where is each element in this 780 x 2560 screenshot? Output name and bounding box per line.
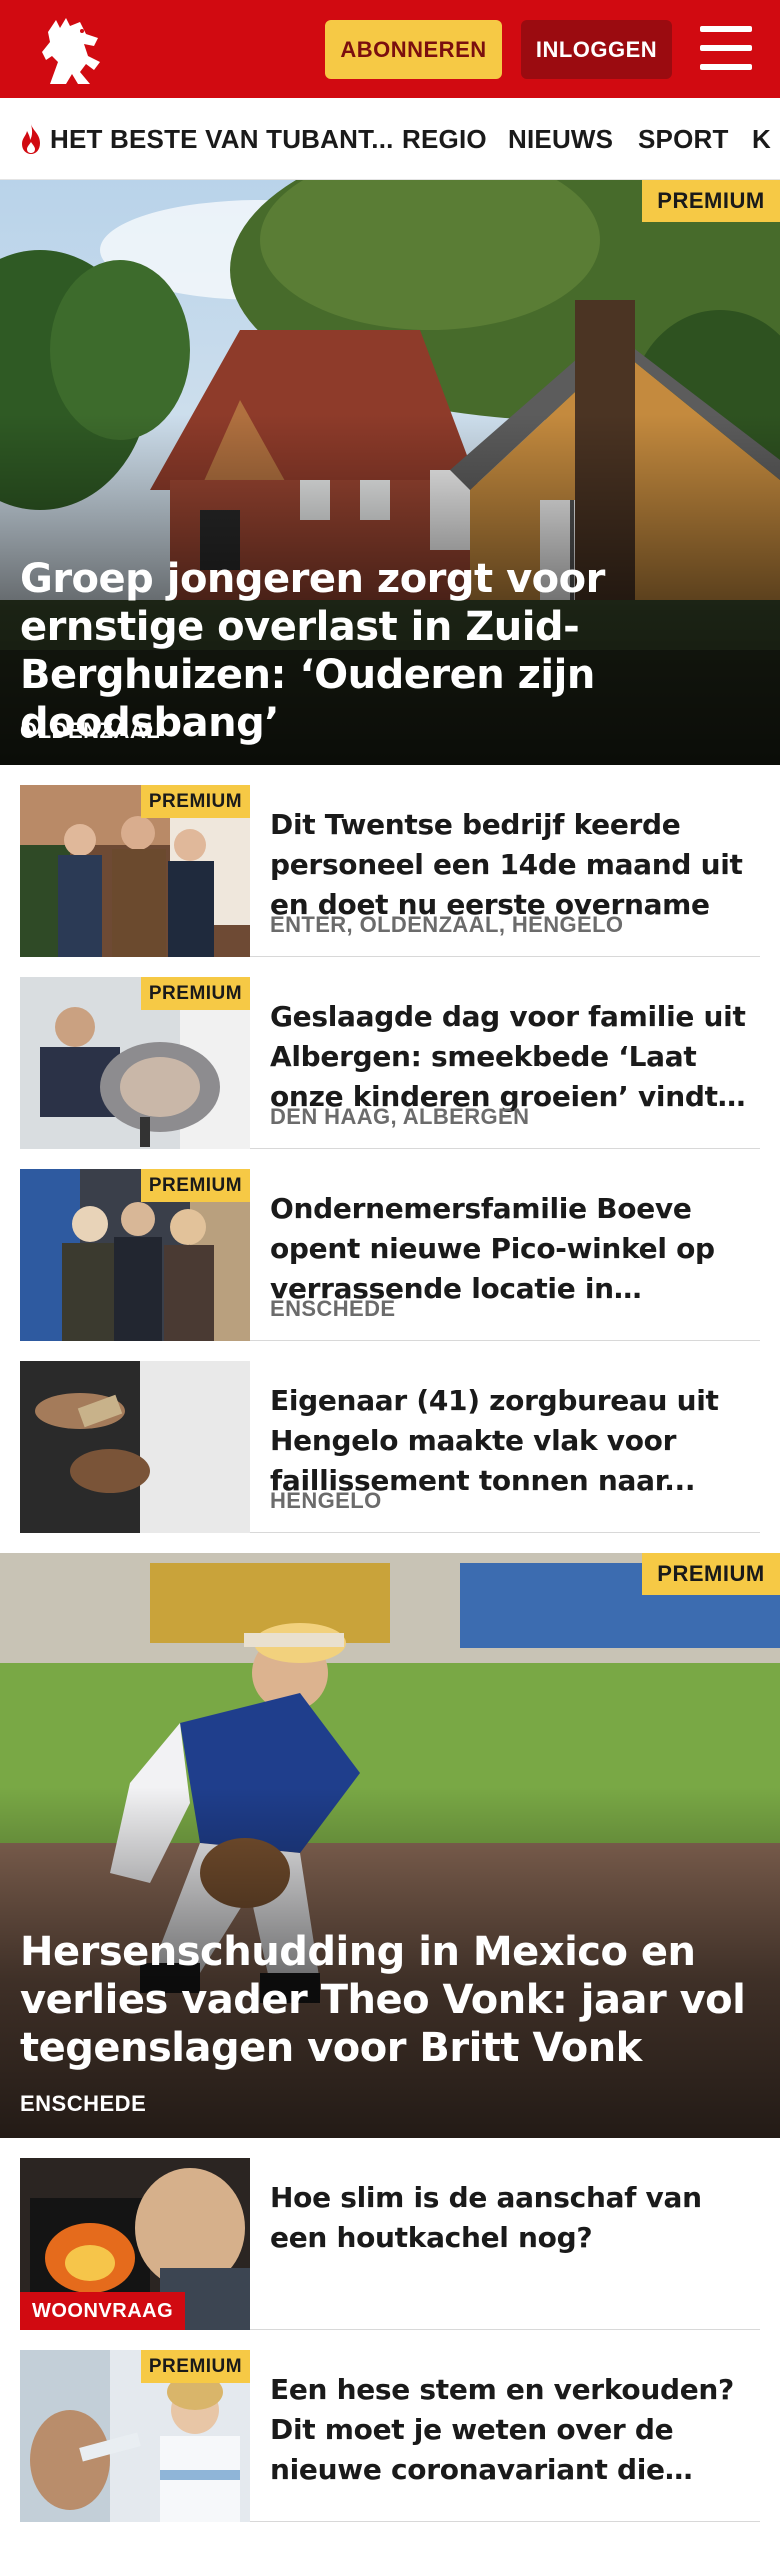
nav-item-sport[interactable]: SPORT	[638, 98, 729, 179]
hero-location: OLDENZAAL	[20, 718, 161, 743]
premium-badge: PREMIUM	[141, 785, 250, 818]
list-item[interactable]: PREMIUM Een hese stem en verkouden? Dit …	[20, 2350, 760, 2522]
list-item[interactable]: PREMIUM Geslaagde dag voor familie uit A…	[20, 977, 760, 1149]
article-thumbnail: WOONVRAAG	[20, 2158, 250, 2330]
premium-badge: PREMIUM	[141, 977, 250, 1010]
hero-title[interactable]: Hersenschudding in Mexico en verlies vad…	[20, 1928, 760, 2072]
article-location: DEN HAAG, ALBERGEN	[270, 1104, 530, 1129]
premium-badge: PREMIUM	[642, 1553, 780, 1595]
site-header: ABONNEREN INLOGGEN	[0, 0, 780, 98]
list-item[interactable]: PREMIUM Dit Twentse bedrijf keerde perso…	[20, 785, 760, 957]
article-thumbnail: PREMIUM	[20, 2350, 250, 2522]
article-thumbnail	[20, 1361, 250, 1533]
article-title[interactable]: Hoe slim is de aanschaf van een houtkach…	[270, 2178, 760, 2258]
article-title[interactable]: Ondernemersfamilie Boeve opent nieuwe Pi…	[270, 1189, 760, 1309]
article-thumbnail: PREMIUM	[20, 977, 250, 1149]
nav-item-label: NIEUWS	[508, 123, 614, 154]
nav-item-het-beste-van-tubantia[interactable]: HET BESTE VAN TUBANT...	[18, 98, 394, 179]
nav-item-label: SPORT	[638, 123, 729, 154]
horse-logo-icon[interactable]	[36, 12, 106, 88]
list-item[interactable]: Eigenaar (41) zorgbureau uit Hengelo maa…	[20, 1361, 760, 1533]
premium-badge: PREMIUM	[141, 1169, 250, 1202]
hero-article-2[interactable]: PREMIUM Hersenschudding in Mexico en ver…	[0, 1553, 780, 2138]
list-item[interactable]: WOONVRAAG Hoe slim is de aanschaf van ee…	[20, 2158, 760, 2330]
flame-icon	[22, 124, 40, 154]
article-title[interactable]: Eigenaar (41) zorgbureau uit Hengelo maa…	[270, 1381, 760, 1501]
premium-badge: PREMIUM	[141, 2350, 250, 2383]
nav-item-label: HET BESTE VAN TUBANT...	[50, 123, 394, 154]
article-thumbnail: PREMIUM	[20, 1169, 250, 1341]
article-location: HENGELO	[270, 1488, 382, 1513]
nav-item-truncated[interactable]: K	[752, 98, 771, 179]
article-title[interactable]: Een hese stem en verkouden? Dit moet je …	[270, 2370, 760, 2490]
hero-location: ENSCHEDE	[20, 2091, 147, 2116]
hero-article-1[interactable]: PREMIUM Groep jongeren zorgt voor ernsti…	[0, 180, 780, 765]
article-title[interactable]: Geslaagde dag voor familie uit Albergen:…	[270, 997, 760, 1117]
article-location: ENSCHEDE	[270, 1296, 396, 1321]
list-item[interactable]: PREMIUM Ondernemersfamilie Boeve opent n…	[20, 1169, 760, 1341]
nav-item-regio[interactable]: REGIO	[402, 98, 487, 179]
nav-item-label: REGIO	[402, 123, 487, 154]
article-thumbnail: PREMIUM	[20, 785, 250, 957]
category-badge: WOONVRAAG	[20, 2292, 186, 2330]
hamburger-menu-icon[interactable]	[700, 26, 752, 70]
subscribe-button[interactable]: ABONNEREN	[325, 20, 502, 79]
article-title[interactable]: Dit Twentse bedrijf keerde personeel een…	[270, 805, 760, 925]
article-location: ENTER, OLDENZAAL, HENGELO	[270, 912, 624, 937]
premium-badge: PREMIUM	[642, 180, 780, 222]
login-button[interactable]: INLOGGEN	[521, 20, 672, 79]
section-nav: HET BESTE VAN TUBANT... REGIO NIEUWS SPO…	[0, 98, 780, 180]
nav-item-nieuws[interactable]: NIEUWS	[508, 98, 614, 179]
nav-item-label: K	[752, 123, 771, 154]
